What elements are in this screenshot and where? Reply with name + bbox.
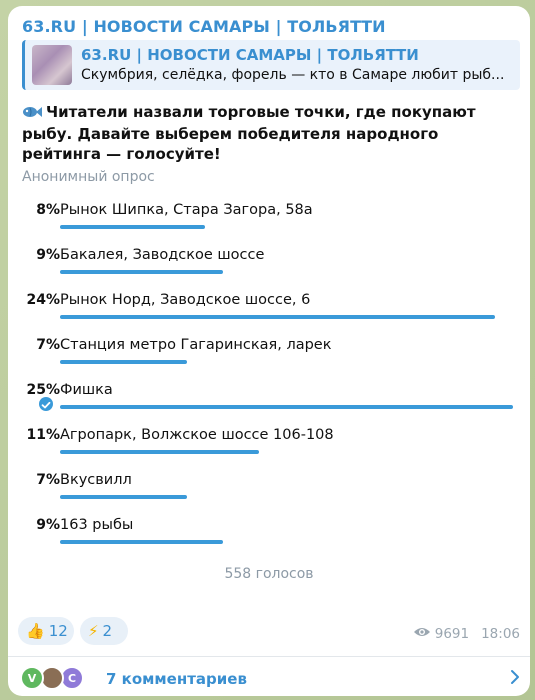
- option-label: 163 рыбы: [60, 517, 134, 533]
- reaction-count: 2: [102, 622, 113, 640]
- poll-question: Читатели назвали торговые точки, где пок…: [22, 102, 512, 164]
- option-percent: 7%: [36, 472, 60, 488]
- reaction-thumbs-up[interactable]: 👍 12: [18, 617, 74, 645]
- poll-option[interactable]: 24% Рынок Норд, Заводское шоссе, 6: [8, 292, 530, 332]
- option-percent: 25%: [26, 382, 60, 398]
- check-icon: [39, 397, 53, 411]
- reaction-lightning[interactable]: ⚡ 2: [80, 617, 128, 645]
- lightning-icon: ⚡: [88, 622, 99, 640]
- poll-option[interactable]: 7% Станция метро Гагаринская, ларек: [8, 337, 530, 377]
- option-bar: [60, 495, 187, 499]
- reaction-count: 12: [48, 622, 68, 640]
- poll-option[interactable]: 9% 163 рыбы: [8, 517, 530, 557]
- option-bar: [60, 540, 223, 544]
- option-percent: 9%: [36, 247, 60, 263]
- votes-count: 558 голосов: [224, 566, 314, 582]
- reply-preview[interactable]: 63.RU | НОВОСТИ САМАРЫ | ТОЛЬЯТТИ Скумбр…: [22, 40, 520, 90]
- poll-option[interactable]: 25% Фишка: [8, 382, 530, 422]
- option-bar: [60, 450, 259, 454]
- option-label: Фишка: [60, 382, 113, 398]
- option-percent: 8%: [36, 202, 60, 218]
- option-percent: 9%: [36, 517, 60, 533]
- poll-option[interactable]: 9% Бакалея, Заводское шоссе: [8, 247, 530, 287]
- message-time: 18:06: [481, 626, 520, 642]
- channel-name[interactable]: 63.RU | НОВОСТИ САМАРЫ | ТОЛЬЯТТИ: [22, 17, 386, 36]
- message-bubble: 63.RU | НОВОСТИ САМАРЫ | ТОЛЬЯТТИ 63.RU …: [8, 6, 530, 696]
- option-label: Вкусвилл: [60, 472, 132, 488]
- poll-type-label: Анонимный опрос: [22, 169, 155, 185]
- message-meta: 9691 18:06: [413, 626, 520, 642]
- poll-option[interactable]: 7% Вкусвилл: [8, 472, 530, 512]
- option-bar: [60, 360, 187, 364]
- option-bar: [60, 225, 205, 229]
- reply-text: Скумбрия, селёдка, форель — кто в Самаре…: [81, 67, 505, 83]
- option-label: Бакалея, Заводское шоссе: [60, 247, 265, 263]
- option-bar: [60, 270, 223, 274]
- comments-button[interactable]: V C 7 комментариев: [8, 657, 530, 696]
- chevron-right-icon: [510, 669, 520, 689]
- option-percent: 24%: [26, 292, 60, 308]
- poll-option[interactable]: 11% Агропарк, Волжское шоссе 106-108: [8, 427, 530, 467]
- views-count: 9691: [434, 626, 470, 642]
- fish-icon: [22, 104, 42, 124]
- option-percent: 7%: [36, 337, 60, 353]
- reply-thumbnail: [32, 45, 72, 85]
- option-bar: [60, 405, 513, 409]
- thumbs-up-icon: 👍: [26, 622, 45, 640]
- avatar: V: [20, 666, 44, 690]
- option-label: Агропарк, Волжское шоссе 106-108: [60, 427, 334, 443]
- reply-title: 63.RU | НОВОСТИ САМАРЫ | ТОЛЬЯТТИ: [81, 46, 419, 64]
- option-label: Станция метро Гагаринская, ларек: [60, 337, 332, 353]
- option-label: Рынок Шипка, Стара Загора, 58а: [60, 202, 313, 218]
- poll-question-text: Читатели назвали торговые точки, где пок…: [22, 103, 476, 163]
- eye-icon: [413, 626, 431, 642]
- poll-option[interactable]: 8% Рынок Шипка, Стара Загора, 58а: [8, 202, 530, 242]
- option-label: Рынок Норд, Заводское шоссе, 6: [60, 292, 311, 308]
- option-bar: [60, 315, 495, 319]
- option-percent: 11%: [26, 427, 60, 443]
- comments-label: 7 комментариев: [106, 670, 247, 688]
